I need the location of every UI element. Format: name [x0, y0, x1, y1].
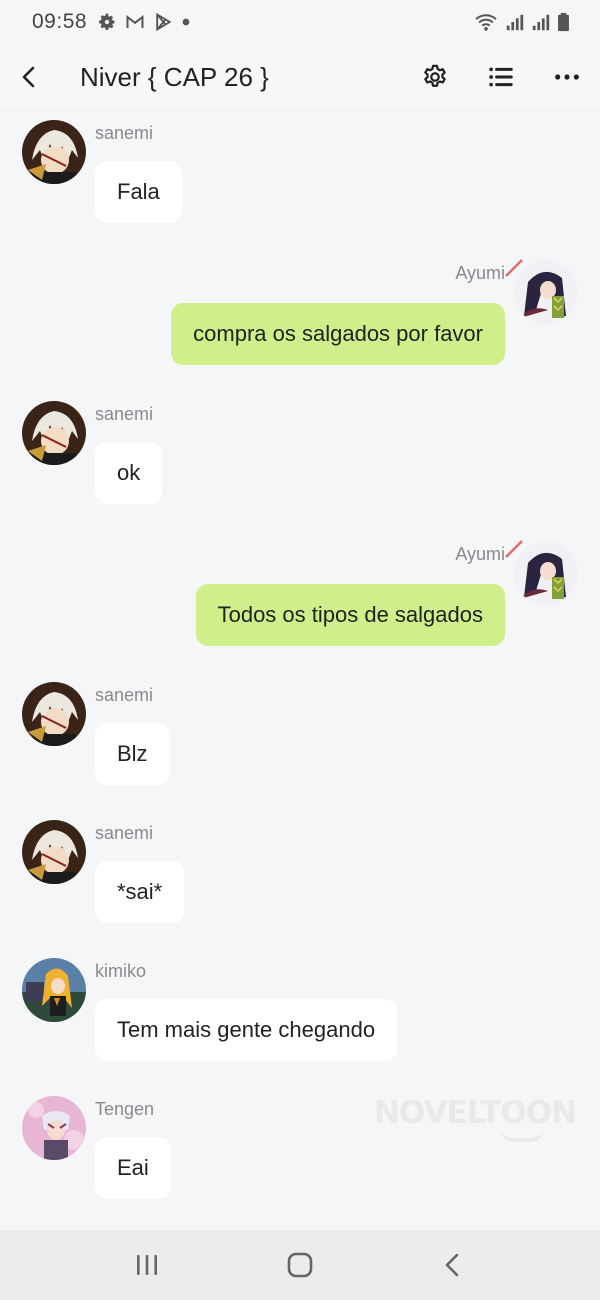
watermark-logo: NOVELTOON — [374, 1095, 577, 1131]
sanemi-avatar-image — [22, 682, 86, 746]
message-bubble[interactable]: Blz — [95, 723, 170, 785]
message-sender: Ayumi — [455, 544, 505, 564]
message-sender: Tengen — [95, 1099, 155, 1119]
signal-icon — [532, 14, 550, 31]
tengen-avatar-image — [22, 1096, 86, 1160]
feather-decoration-icon — [505, 259, 523, 277]
settings-button[interactable] — [412, 54, 458, 100]
settings-icon — [99, 13, 115, 30]
chat-message: sanemi Fala — [0, 110, 600, 240]
wifi-icon — [475, 14, 497, 31]
message-sender: Ayumi — [455, 263, 505, 283]
sanemi-avatar-image — [22, 120, 86, 184]
message-sender: sanemi — [95, 685, 154, 705]
back-button[interactable] — [6, 54, 52, 100]
message-bubble[interactable]: compra os salgados por favor — [171, 303, 505, 365]
chat-message: Ayumi compra os salgados por favor — [0, 250, 600, 380]
status-icons-right — [473, 12, 570, 32]
back-icon — [446, 1253, 459, 1277]
avatar[interactable] — [22, 682, 86, 746]
message-sender: sanemi — [95, 404, 154, 424]
chat-thread[interactable]: sanemi Fala Ayumi compra os salgados por… — [0, 110, 600, 1230]
chat-message: sanemi *sai* — [0, 810, 600, 940]
more-options-button[interactable] — [544, 54, 590, 100]
message-bubble[interactable]: Todos os tipos de salgados — [195, 584, 505, 646]
message-sender: sanemi — [95, 123, 154, 143]
status-time: 09:58 — [32, 10, 88, 33]
system-navbar — [0, 1230, 600, 1300]
play-store-icon — [156, 12, 172, 32]
system-back-button[interactable] — [423, 1235, 483, 1295]
message-bubble[interactable]: *sai* — [95, 861, 185, 923]
recent-apps-icon — [136, 1255, 157, 1275]
chat-header: Niver { CAP 26 } — [0, 44, 600, 110]
avatar[interactable] — [22, 401, 86, 465]
chapter-list-button[interactable] — [478, 54, 524, 100]
chat-message: sanemi ok — [0, 391, 600, 521]
message-bubble[interactable]: Fala — [95, 161, 182, 223]
avatar[interactable] — [22, 820, 86, 884]
message-sender: kimiko — [95, 961, 147, 981]
feather-decoration-icon — [505, 540, 523, 558]
avatar[interactable] — [22, 958, 86, 1022]
status-icons-left — [97, 12, 191, 32]
battery-icon — [558, 12, 569, 32]
chat-message: sanemi Blz — [0, 672, 600, 802]
more-horizontal-icon — [555, 74, 579, 80]
chat-message: kimiko Tem mais gente chegando — [0, 948, 600, 1078]
recent-apps-button[interactable] — [117, 1235, 177, 1295]
sanemi-avatar-image — [22, 401, 86, 465]
chevron-left-icon — [22, 66, 35, 88]
signal-icon — [506, 14, 524, 31]
message-bubble[interactable]: Tem mais gente chegando — [95, 999, 398, 1061]
message-bubble[interactable]: ok — [95, 442, 163, 504]
gear-icon — [424, 64, 446, 87]
home-button[interactable] — [270, 1235, 330, 1295]
home-icon — [287, 1252, 313, 1278]
avatar[interactable] — [22, 1096, 86, 1160]
list-icon — [489, 67, 513, 87]
dot-icon — [182, 18, 190, 26]
message-bubble[interactable]: Eai — [95, 1137, 171, 1199]
status-bar: 09:58 — [0, 0, 600, 44]
sanemi-avatar-image — [22, 820, 86, 884]
message-sender: sanemi — [95, 823, 154, 843]
avatar[interactable] — [22, 120, 86, 184]
gmail-icon — [126, 14, 144, 28]
chat-message: Ayumi Todos os tipos de salgados — [0, 531, 600, 661]
kimiko-avatar-image — [22, 958, 86, 1022]
page-title: Niver { CAP 26 } — [80, 61, 269, 92]
